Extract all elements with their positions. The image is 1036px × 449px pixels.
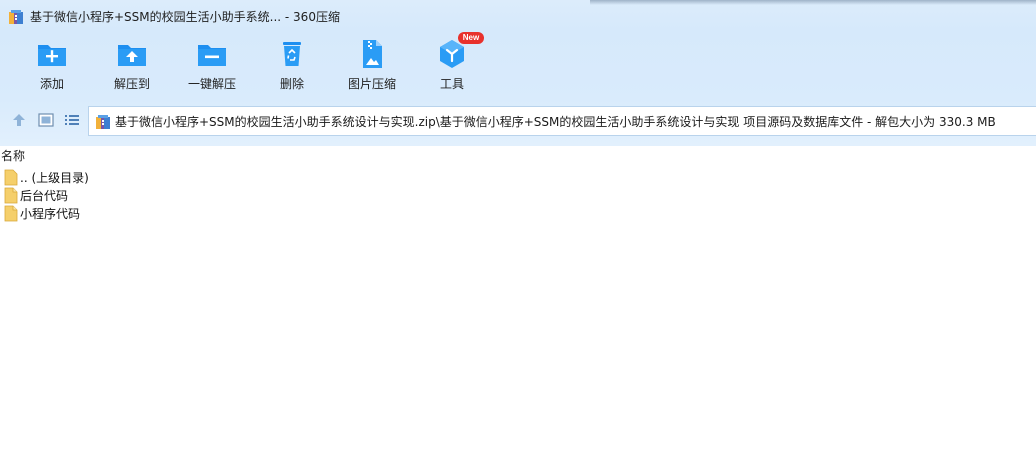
title-bar[interactable]: 基于微信小程序+SSM的校园生活小助手系统... - 360压缩 — [0, 0, 1036, 32]
address-path: 基于微信小程序+SSM的校园生活小助手系统设计与实现.zip\基于微信小程序+S… — [115, 115, 996, 129]
delete-button-label: 删除 — [279, 77, 304, 91]
folder-icon — [4, 187, 18, 204]
tools-button-label: 工具 — [439, 77, 464, 91]
list-item-label: .. (上级目录) — [20, 171, 89, 185]
image-compress-button[interactable]: 图片压缩 — [332, 34, 412, 98]
one-click-extract-icon — [198, 45, 226, 66]
list-item-label: 后台代码 — [20, 189, 69, 203]
image-compress-icon — [363, 40, 382, 68]
address-bar[interactable]: 基于微信小程序+SSM的校园生活小助手系统设计与实现.zip\基于微信小程序+S… — [88, 106, 1036, 136]
list-view-icon[interactable] — [63, 111, 81, 129]
header-area: 基于微信小程序+SSM的校园生活小助手系统... - 360压缩 添加 解压到 … — [0, 0, 1036, 146]
add-button-label: 添加 — [39, 77, 64, 91]
add-button[interactable]: 添加 — [12, 34, 92, 98]
add-folder-icon — [38, 45, 66, 66]
column-header[interactable]: 名称 — [0, 147, 1036, 165]
toolbar: 添加 解压到 一键解压 删除 图片压缩 New 工具 — [0, 32, 1036, 98]
list-item-backend-code[interactable]: 后台代码 — [0, 187, 400, 205]
extract-to-icon — [118, 45, 146, 66]
column-name-header[interactable]: 名称 — [1, 148, 25, 164]
app-window: 基于微信小程序+SSM的校园生活小助手系统... - 360压缩 添加 解压到 … — [0, 0, 1036, 449]
one-click-extract-button-label: 一键解压 — [187, 77, 236, 91]
list-item-miniprogram-code[interactable]: 小程序代码 — [0, 205, 400, 223]
list-item-parent-directory[interactable]: .. (上级目录) — [0, 169, 400, 187]
folder-icon — [4, 205, 18, 222]
new-badge: New — [458, 32, 484, 44]
extract-to-button-label: 解压到 — [113, 77, 150, 91]
overlapping-window-shadow — [590, 0, 1036, 5]
one-click-extract-button[interactable]: 一键解压 — [172, 34, 252, 98]
image-compress-button-label: 图片压缩 — [347, 77, 396, 91]
folder-icon — [4, 169, 18, 186]
extract-to-button[interactable]: 解压到 — [92, 34, 172, 98]
tools-button[interactable]: New 工具 — [412, 32, 492, 98]
window-title: 基于微信小程序+SSM的校园生活小助手系统... - 360压缩 — [30, 10, 340, 24]
recycle-bin-icon — [283, 42, 301, 66]
up-arrow-icon[interactable] — [10, 111, 28, 129]
delete-button[interactable]: 删除 — [252, 34, 332, 98]
archive-icon — [96, 115, 110, 129]
list-item-label: 小程序代码 — [20, 207, 81, 221]
thumbnail-view-icon[interactable] — [37, 111, 55, 129]
archive-app-icon — [9, 10, 23, 24]
